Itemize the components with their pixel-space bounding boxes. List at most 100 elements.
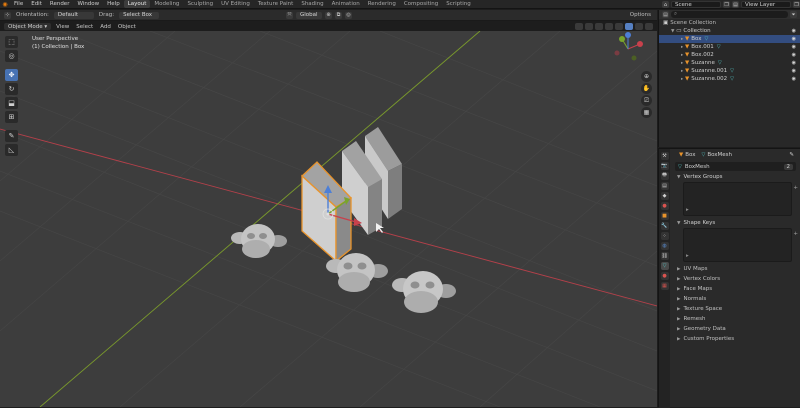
transform-icon[interactable]: ⊞: [5, 111, 18, 123]
visibility-eye-icon[interactable]: ◉: [792, 76, 796, 82]
annotate-icon[interactable]: ✎: [5, 130, 18, 142]
outliner-item-box[interactable]: ▸ ▼ Box ▽ ◉: [659, 35, 800, 43]
outliner-item-box-002[interactable]: ▸ ▼ Box.002 ◉: [659, 51, 800, 59]
expand-arrow-icon[interactable]: ▸: [681, 77, 683, 82]
tab-compositing[interactable]: Compositing: [400, 0, 442, 8]
physics-tab-icon[interactable]: ◍: [660, 242, 669, 250]
new-scene-icon[interactable]: ❐: [723, 1, 730, 8]
panel-vertex-groups[interactable]: ▼ Vertex Groups: [671, 172, 800, 182]
expand-arrow-icon[interactable]: ▼: [671, 29, 674, 34]
ortho-toggle-icon[interactable]: ▦: [641, 107, 652, 118]
3d-viewport[interactable]: User Perspective (1) Collection | Box ⊕ …: [0, 31, 657, 407]
panel-texture-space[interactable]: ▶ Texture Space: [671, 304, 800, 314]
list-expand-icon[interactable]: ▸: [686, 253, 689, 259]
tab-animation[interactable]: Animation: [328, 0, 364, 8]
list-expand-icon[interactable]: ▸: [686, 207, 689, 213]
scene-tab-icon[interactable]: ◆: [660, 192, 669, 200]
gizmo-toggle-icon[interactable]: [585, 23, 593, 30]
menu-window[interactable]: Window: [73, 1, 103, 7]
tool-tab-icon[interactable]: ⚒: [660, 152, 669, 160]
filter-icon[interactable]: ⏷: [790, 11, 797, 18]
constraints-tab-icon[interactable]: ⛓: [660, 252, 669, 260]
mode-dropdown[interactable]: Object Mode ▾: [4, 23, 52, 30]
scene-collection-row[interactable]: ▣ Scene Collection: [659, 19, 800, 27]
tab-rendering[interactable]: Rendering: [364, 0, 400, 8]
menu-render[interactable]: Render: [46, 1, 74, 7]
expand-arrow-icon[interactable]: ▸: [681, 69, 683, 74]
panel-shape-keys[interactable]: ▼ Shape Keys: [671, 218, 800, 228]
pin-icon[interactable]: ✎: [789, 152, 794, 158]
tab-scripting[interactable]: Scripting: [442, 0, 474, 8]
user-count[interactable]: 2: [783, 163, 793, 170]
zoom-icon[interactable]: ⊕: [641, 71, 652, 82]
xray-icon[interactable]: [605, 23, 613, 30]
collection-row[interactable]: ▼ ▭ Collection ◉: [659, 27, 800, 35]
suzanne-3[interactable]: [392, 271, 456, 313]
outliner-item-suzanne[interactable]: ▸ ▼ Suzanne ▽ ◉: [659, 59, 800, 67]
mesh-datablock-field[interactable]: ▽ BoxMesh 2: [675, 162, 796, 171]
move-icon[interactable]: ✥: [5, 69, 18, 81]
tab-modeling[interactable]: Modeling: [150, 0, 183, 8]
visibility-eye-icon[interactable]: ◉: [792, 28, 796, 34]
expand-arrow-icon[interactable]: ▸: [681, 37, 683, 42]
material-shading-icon[interactable]: [635, 23, 643, 30]
suzanne-1[interactable]: [231, 224, 287, 258]
tab-texture-paint[interactable]: Texture Paint: [254, 0, 298, 8]
menu-help[interactable]: Help: [103, 1, 124, 7]
new-view-layer-icon[interactable]: ❐: [793, 1, 800, 8]
navigation-gizmo[interactable]: [614, 32, 644, 61]
pivot-icon[interactable]: ⊕: [325, 11, 332, 19]
panel-normals[interactable]: ▶ Normals: [671, 294, 800, 304]
add-shape-key-icon[interactable]: +: [793, 231, 798, 237]
orientation-dropdown[interactable]: Default: [53, 11, 94, 19]
data-tab-icon[interactable]: ▽: [660, 262, 669, 270]
render-tab-icon[interactable]: 📷: [660, 162, 669, 170]
add-menu[interactable]: Add: [98, 24, 113, 30]
rendered-shading-icon[interactable]: [645, 23, 653, 30]
orientation-gizmo-icon[interactable]: ⤧: [286, 11, 293, 19]
object-menu[interactable]: Object: [116, 24, 138, 30]
tab-sculpting[interactable]: Sculpting: [183, 0, 217, 8]
select-menu[interactable]: Select: [74, 24, 95, 30]
panel-custom-properties[interactable]: ▶ Custom Properties: [671, 334, 800, 344]
tab-layout[interactable]: Layout: [123, 0, 151, 8]
world-tab-icon[interactable]: ●: [660, 202, 669, 210]
scene-field[interactable]: Scene: [671, 1, 721, 8]
particles-tab-icon[interactable]: ⁘: [660, 232, 669, 240]
visibility-eye-icon[interactable]: ◉: [792, 60, 796, 66]
shape-keys-list[interactable]: ▸ +: [683, 228, 798, 262]
pan-hand-icon[interactable]: ✋: [641, 83, 652, 94]
vertex-groups-list[interactable]: ▸ +: [683, 182, 798, 216]
material-tab-icon[interactable]: ●: [660, 272, 669, 280]
visibility-eye-icon[interactable]: ◉: [792, 36, 796, 42]
modifier-tab-icon[interactable]: 🔧: [660, 222, 669, 230]
measure-icon[interactable]: ◺: [5, 144, 18, 156]
menu-file[interactable]: File: [10, 1, 27, 7]
outliner-item-suzanne-001[interactable]: ▸ ▼ Suzanne.001 ▽ ◉: [659, 67, 800, 75]
view-layer-field[interactable]: View Layer: [741, 1, 791, 8]
visibility-eye-icon[interactable]: ◉: [792, 44, 796, 50]
object-tab-icon[interactable]: ■: [660, 212, 669, 220]
camera-view-icon[interactable]: ⎚: [641, 95, 652, 106]
overlay-toggle-icon[interactable]: [595, 23, 603, 30]
drag-dropdown[interactable]: Select Box: [119, 11, 160, 19]
tab-shading[interactable]: Shading: [297, 0, 327, 8]
tool-icon[interactable]: ⊹: [4, 11, 11, 19]
scale-icon[interactable]: ⬓: [5, 97, 18, 109]
panel-geometry-data[interactable]: ▶ Geometry Data: [671, 324, 800, 334]
proportional-edit-icon[interactable]: ◎: [345, 11, 352, 19]
outliner-item-suzanne-002[interactable]: ▸ ▼ Suzanne.002 ▽ ◉: [659, 75, 800, 83]
scene-icon[interactable]: ⌂: [662, 1, 669, 8]
select-icon[interactable]: ⬚: [5, 36, 18, 48]
cursor-icon[interactable]: ◎: [5, 50, 18, 62]
texture-tab-icon[interactable]: ▦: [660, 282, 669, 290]
tab-uv-editing[interactable]: UV Editing: [217, 0, 254, 8]
outliner-search-input[interactable]: ⌕: [671, 11, 788, 18]
menu-edit[interactable]: Edit: [27, 1, 46, 7]
expand-arrow-icon[interactable]: ▸: [681, 45, 683, 50]
transform-orientation-dropdown[interactable]: Global: [296, 11, 322, 19]
outliner-item-box-001[interactable]: ▸ ▼ Box.001 ▽ ◉: [659, 43, 800, 51]
panel-uv-maps[interactable]: ▶ UV Maps: [671, 264, 800, 274]
visibility-eye-icon[interactable]: ◉: [792, 52, 796, 58]
wireframe-shading-icon[interactable]: [615, 23, 623, 30]
